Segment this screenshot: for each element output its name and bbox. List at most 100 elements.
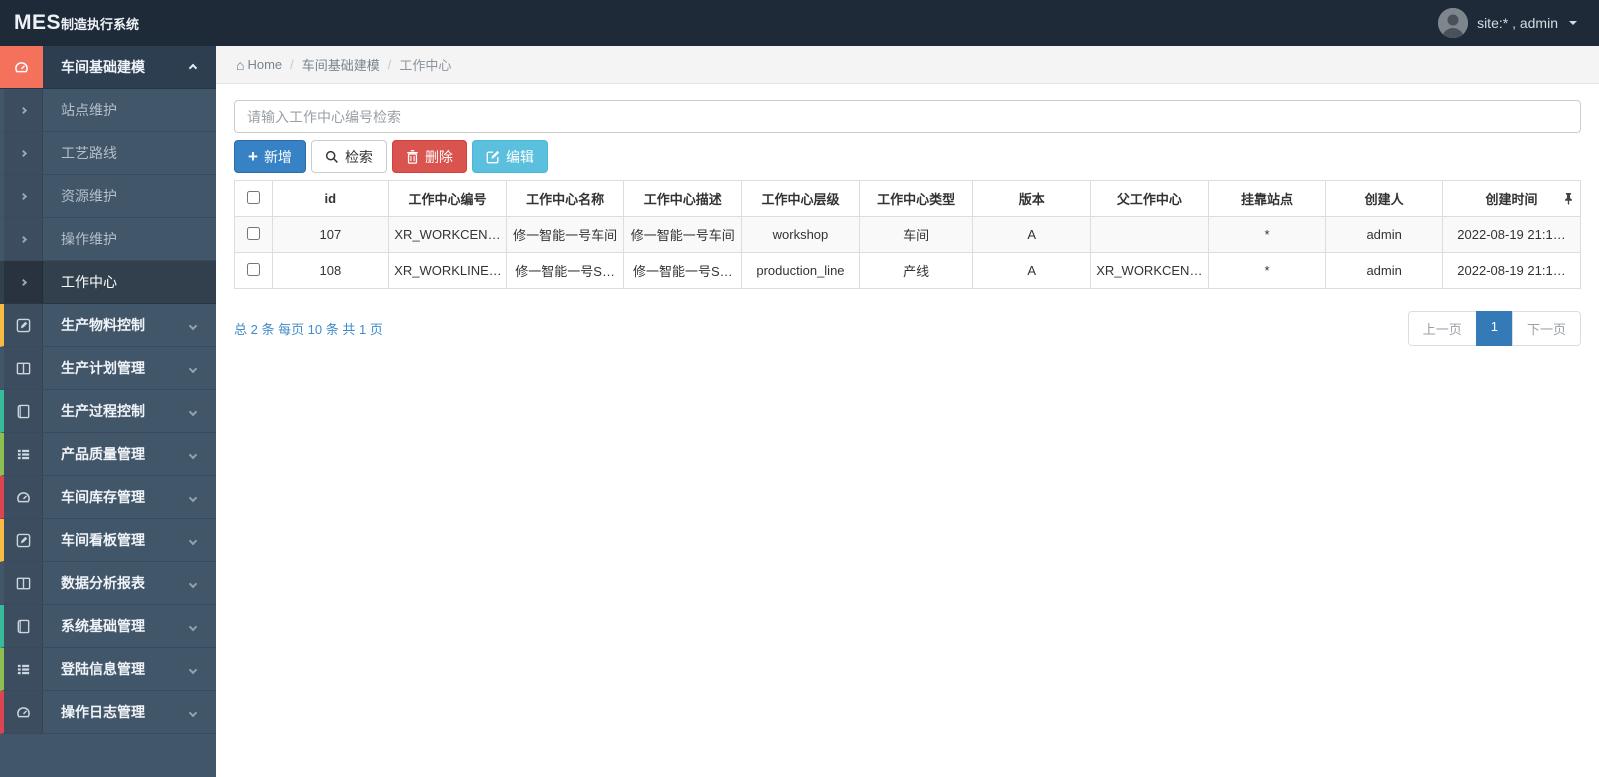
sidebar-item-label: 站点维护 xyxy=(61,102,117,118)
select-all-checkbox[interactable] xyxy=(246,190,260,204)
pagination-group: 上一页 1 下一页 xyxy=(1407,311,1581,346)
chevron-right-icon xyxy=(4,261,43,303)
select-all-cell xyxy=(234,180,273,217)
cell-creator: admin xyxy=(1325,216,1443,253)
pencil-square-icon xyxy=(4,304,43,346)
sidebar-item-site-maintenance[interactable]: 站点维护 xyxy=(0,89,216,132)
book-icon xyxy=(4,390,43,432)
column-header-created-time[interactable]: 创建时间 xyxy=(1441,180,1582,217)
chevron-up-icon xyxy=(188,58,198,76)
dashboard-icon xyxy=(4,476,43,518)
app-logo-bold: MES xyxy=(14,11,62,34)
column-header-type[interactable]: 工作中心类型 xyxy=(858,180,974,217)
chevron-down-icon xyxy=(188,359,198,377)
add-button[interactable]: + 新增 xyxy=(234,140,306,173)
columns-icon xyxy=(4,562,43,604)
sidebar-item-label: 工艺路线 xyxy=(61,145,117,161)
pagination-bar: 总 2 条 每页 10 条 共 1 页 上一页 1 下一页 xyxy=(234,311,1581,346)
cell-desc: 修一智能一号S… xyxy=(623,252,743,289)
sidebar-item-label: 车间基础建模 xyxy=(61,59,145,75)
search-button[interactable]: 检索 xyxy=(310,140,387,173)
next-page-button[interactable]: 下一页 xyxy=(1511,311,1581,346)
cell-created-time: 2022-08-19 21:1… xyxy=(1441,252,1582,289)
sidebar-item-label: 登陆信息管理 xyxy=(61,661,145,677)
sidebar-item-label: 资源维护 xyxy=(61,188,117,204)
sidebar-item-label: 操作维护 xyxy=(61,231,117,247)
chevron-right-icon xyxy=(4,175,43,217)
sidebar-item-operation-log[interactable]: 操作日志管理 xyxy=(0,691,216,734)
sidebar-item-data-report[interactable]: 数据分析报表 xyxy=(0,562,216,605)
sidebar-item-process-route[interactable]: 工艺路线 xyxy=(0,132,216,175)
sidebar-item-label: 产品质量管理 xyxy=(61,446,145,462)
sidebar-item-plan-management[interactable]: 生产计划管理 xyxy=(0,347,216,390)
column-header-parent[interactable]: 父工作中心 xyxy=(1090,180,1209,217)
sidebar-item-operation-maintenance[interactable]: 操作维护 xyxy=(0,218,216,261)
column-header-name[interactable]: 工作中心名称 xyxy=(505,180,625,217)
breadcrumb-current: 工作中心 xyxy=(399,58,452,73)
dashboard-icon xyxy=(0,46,43,88)
prev-page-button[interactable]: 上一页 xyxy=(1407,311,1477,346)
chevron-down-icon xyxy=(188,703,198,721)
breadcrumb-section[interactable]: 车间基础建模 xyxy=(302,55,380,74)
plus-icon: + xyxy=(248,147,258,166)
cell-name: 修一智能一号S… xyxy=(505,252,625,289)
columns-icon xyxy=(4,347,43,389)
sidebar-item-label: 生产计划管理 xyxy=(61,360,145,376)
column-header-code[interactable]: 工作中心编号 xyxy=(388,180,507,217)
chevron-right-icon xyxy=(4,89,43,131)
sidebar-item-board-management[interactable]: 车间看板管理 xyxy=(0,519,216,562)
sidebar-item-process-control[interactable]: 生产过程控制 xyxy=(0,390,216,433)
sidebar-item-login-info[interactable]: 登陆信息管理 xyxy=(0,648,216,691)
chevron-down-icon xyxy=(188,445,198,463)
edit-icon xyxy=(486,150,500,163)
sidebar-item-label: 工作中心 xyxy=(61,274,117,290)
edit-button[interactable]: 编辑 xyxy=(471,140,548,173)
sidebar-item-quality-management[interactable]: 产品质量管理 xyxy=(0,433,216,476)
sidebar-item-resource-maintenance[interactable]: 资源维护 xyxy=(0,175,216,218)
home-icon: ⌂ xyxy=(236,56,245,73)
row-checkbox[interactable] xyxy=(246,262,260,276)
sidebar-item-workshop-modeling[interactable]: 车间基础建模 xyxy=(0,46,216,89)
sidebar-item-inventory-management[interactable]: 车间库存管理 xyxy=(0,476,216,519)
sidebar-item-label: 生产物料控制 xyxy=(61,317,145,333)
sidebar-item-label: 车间库存管理 xyxy=(61,489,145,505)
table-header-row: id 工作中心编号 工作中心名称 工作中心描述 工作中心层级 工作中心类型 版本… xyxy=(234,180,1582,217)
sidebar-item-label: 系统基础管理 xyxy=(61,618,145,634)
row-checkbox[interactable] xyxy=(246,226,260,240)
column-header-level[interactable]: 工作中心层级 xyxy=(741,180,860,217)
search-input[interactable] xyxy=(234,100,1581,133)
user-menu[interactable]: site:* , admin xyxy=(1438,8,1599,38)
sidebar-item-work-center[interactable]: 工作中心 xyxy=(0,261,216,304)
column-header-desc[interactable]: 工作中心描述 xyxy=(623,180,743,217)
cell-site: * xyxy=(1207,252,1327,289)
page-1-button[interactable]: 1 xyxy=(1475,311,1513,346)
dashboard-icon xyxy=(4,691,43,733)
cell-parent xyxy=(1090,216,1209,253)
pin-icon[interactable] xyxy=(1564,192,1573,205)
sidebar-item-material-control[interactable]: 生产物料控制 xyxy=(0,304,216,347)
cell-creator: admin xyxy=(1325,252,1443,289)
sidebar: 车间基础建模 站点维护 工艺路线 资源维护 操作维护 工作中心 生产物料控制 生… xyxy=(0,46,216,777)
table-row[interactable]: 107 XR_WORKCEN… 修一智能一号车间 修一智能一号车间 worksh… xyxy=(234,216,1582,253)
pagination-summary[interactable]: 总 2 条 每页 10 条 共 1 页 xyxy=(234,319,383,338)
cell-level: workshop xyxy=(741,216,860,253)
table-row[interactable]: 108 XR_WORKLINE… 修一智能一号S… 修一智能一号S… produ… xyxy=(234,252,1582,289)
app-logo[interactable]: MES 制造执行系统 xyxy=(0,11,139,35)
delete-button[interactable]: 删除 xyxy=(391,140,467,173)
list-icon xyxy=(4,433,43,475)
column-header-creator[interactable]: 创建人 xyxy=(1325,180,1443,217)
chevron-down-icon xyxy=(188,402,198,420)
app-logo-rest: 制造执行系统 xyxy=(61,17,140,32)
user-label: site:* , admin xyxy=(1477,15,1558,31)
toolbar: + 新增 检索 删除 编辑 xyxy=(234,140,1581,173)
breadcrumb-home[interactable]: Home xyxy=(247,57,282,72)
column-header-site[interactable]: 挂靠站点 xyxy=(1207,180,1327,217)
cell-parent: XR_WORKCEN… xyxy=(1090,252,1209,289)
cell-level: production_line xyxy=(741,252,860,289)
sidebar-item-system-management[interactable]: 系统基础管理 xyxy=(0,605,216,648)
sidebar-item-label: 生产过程控制 xyxy=(61,403,145,419)
column-header-id[interactable]: id xyxy=(271,180,390,217)
column-header-version[interactable]: 版本 xyxy=(972,180,1092,217)
chevron-right-icon xyxy=(4,132,43,174)
main-content: ⌂ Home / 车间基础建模 / 工作中心 + 新增 检索 删除 编辑 xyxy=(216,46,1599,777)
